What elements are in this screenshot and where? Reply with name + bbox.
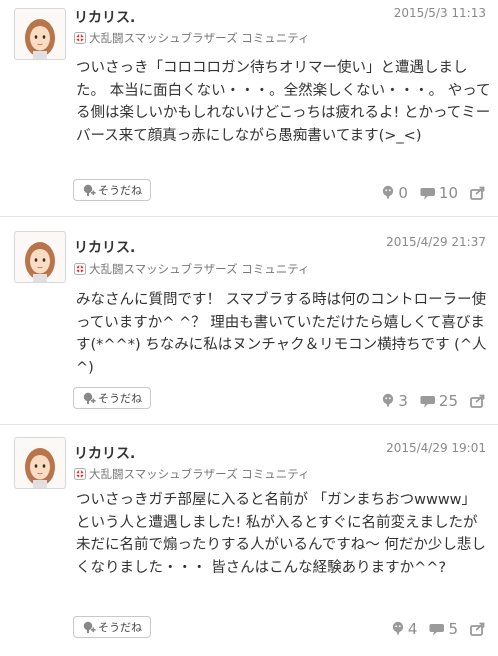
- smash-bros-icon: [74, 468, 86, 480]
- post-item: リカリス. 2015/4/29 21:37 大乱闘スマッシュブラザーズ コミュニ…: [0, 216, 498, 424]
- post-feed: リカリス. 2015/5/3 11:13 大乱闘スマッシュブラザーズ コミュニテ…: [0, 0, 498, 656]
- community-name: 大乱闘スマッシュブラザーズ コミュニティ: [89, 467, 310, 481]
- yeah-smile-icon: [82, 620, 96, 634]
- yeah-smile-icon: [82, 391, 96, 405]
- yeah-button[interactable]: そうだね: [73, 616, 151, 638]
- yeah-label: そうだね: [98, 184, 142, 197]
- share-icon[interactable]: [470, 621, 490, 637]
- post-body[interactable]: ついさっきガチ部屋に入ると名前が 「ガンまちおつwwww」 という人と遭遇しまし…: [76, 489, 491, 579]
- username[interactable]: リカリス.: [74, 237, 135, 257]
- mii-avatar-icon[interactable]: [14, 231, 66, 283]
- post-stats: 0 10: [369, 182, 490, 204]
- yeah-smile-icon: [383, 185, 394, 200]
- yeah-label: そうだね: [98, 621, 142, 634]
- mii-avatar-icon[interactable]: [14, 8, 66, 60]
- post-item: リカリス. 2015/4/29 19:01 大乱闘スマッシュブラザーズ コミュニ…: [0, 424, 498, 656]
- comment-count[interactable]: 10: [420, 184, 458, 202]
- community-link[interactable]: 大乱闘スマッシュブラザーズ コミュニティ: [74, 30, 310, 46]
- community-link[interactable]: 大乱闘スマッシュブラザーズ コミュニティ: [74, 466, 310, 482]
- comment-count[interactable]: 25: [420, 392, 458, 410]
- comment-icon: [429, 623, 445, 635]
- yeah-count[interactable]: 3: [381, 392, 408, 410]
- community-name: 大乱闘スマッシュブラザーズ コミュニティ: [89, 31, 310, 45]
- yeah-count[interactable]: 4: [391, 620, 417, 638]
- comment-count[interactable]: 5: [429, 620, 458, 638]
- comment-icon: [420, 187, 435, 199]
- smash-bros-icon: [74, 263, 86, 275]
- community-link[interactable]: 大乱闘スマッシュブラザーズ コミュニティ: [74, 261, 310, 277]
- smash-bros-icon: [74, 32, 86, 44]
- yeah-smile-icon: [392, 621, 404, 636]
- post-stats: 3 25: [369, 390, 490, 412]
- post-timestamp[interactable]: 2015/4/29 21:37: [386, 235, 486, 249]
- yeah-button[interactable]: そうだね: [73, 179, 151, 201]
- post-body[interactable]: ついさっき「コロコロガン待ちオリマー使い」と遭遇しました。 本当に面白くない・・…: [76, 57, 491, 147]
- share-icon[interactable]: [470, 185, 490, 201]
- community-name: 大乱闘スマッシュブラザーズ コミュニティ: [89, 262, 310, 276]
- post-item: リカリス. 2015/5/3 11:13 大乱闘スマッシュブラザーズ コミュニテ…: [0, 0, 498, 216]
- post-stats: 4 5: [379, 618, 490, 640]
- post-timestamp[interactable]: 2015/4/29 19:01: [386, 441, 486, 455]
- share-icon[interactable]: [470, 393, 490, 409]
- username[interactable]: リカリス.: [74, 7, 135, 27]
- username[interactable]: リカリス.: [74, 443, 135, 463]
- comment-icon: [420, 395, 435, 407]
- yeah-count[interactable]: 0: [381, 184, 408, 202]
- yeah-label: そうだね: [98, 392, 142, 405]
- post-timestamp[interactable]: 2015/5/3 11:13: [394, 6, 486, 20]
- post-body[interactable]: みなさんに質問です！ スマブラする時は何のコントローラー使っていますか^ ^？ …: [76, 289, 491, 379]
- yeah-smile-icon: [82, 183, 96, 197]
- yeah-button[interactable]: そうだね: [73, 387, 151, 409]
- mii-avatar-icon[interactable]: [14, 437, 66, 489]
- yeah-smile-icon: [383, 393, 394, 408]
